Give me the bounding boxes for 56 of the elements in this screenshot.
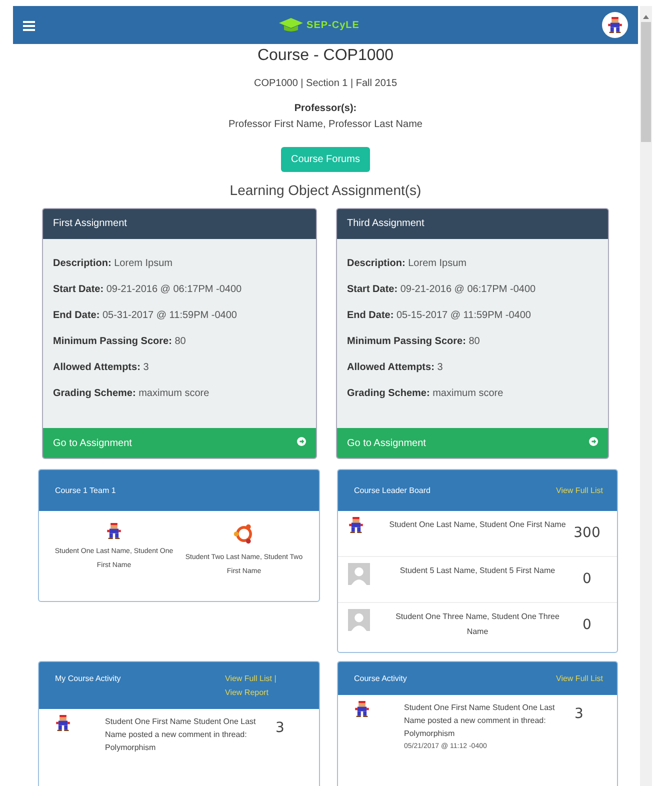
student-name: Student One Three Name, Student One Three Name: [394, 611, 560, 638]
panel-title: Course Leader Board: [354, 485, 430, 497]
professors-label: Professor(s):: [294, 103, 357, 114]
assignment-field: Minimum Passing Score: 80: [347, 336, 598, 347]
section-title: Learning Object Assignment(s): [230, 182, 422, 198]
view-link[interactable]: View Full List: [556, 486, 603, 495]
student-name: Student One Last Name, Student One First Name: [388, 519, 567, 531]
scrollbar-thumb[interactable]: [641, 22, 651, 142]
person-icon: [55, 715, 71, 731]
activity-count: 3: [274, 720, 286, 738]
score: 0: [582, 617, 592, 633]
course-meta: COP1000 | Section 1 | Fall 2015: [254, 78, 398, 89]
person-icon: [106, 523, 122, 539]
brand-name: SEP-CyLE: [306, 20, 360, 30]
person-icon: [607, 17, 623, 33]
assignment-field: Grading Scheme: maximum score: [53, 388, 306, 399]
course-forums-button[interactable]: Course Forums: [281, 147, 370, 172]
view-link[interactable]: View Report: [225, 688, 268, 697]
assignment-field: End Date: 05-15-2017 @ 11:59PM -0400: [347, 310, 598, 321]
assignment-field: Description: Lorem Ipsum: [347, 258, 598, 269]
assignment-field: Start Date: 09-21-2016 @ 06:17PM -0400: [53, 284, 306, 295]
graduation-cap-icon: [278, 17, 304, 33]
assignment-field: Grading Scheme: maximum score: [347, 388, 598, 399]
panel-title: Course Activity: [354, 673, 407, 685]
assignment-field: End Date: 05-31-2017 @ 11:59PM -0400: [53, 310, 306, 321]
activity-count: 3: [574, 706, 584, 724]
view-link[interactable]: View Full List: [556, 674, 603, 683]
arrow-circle-icon: [297, 437, 306, 446]
course-title: Course - COP1000: [257, 47, 394, 65]
go-to-assignment-button[interactable]: Go to Assignment: [43, 428, 316, 458]
card-title: Third Assignment: [337, 209, 608, 239]
card-title: First Assignment: [43, 209, 316, 239]
user-placeholder-icon: [348, 563, 370, 585]
panel-title: Course 1 Team 1: [55, 485, 116, 497]
view-link[interactable]: View Full List: [225, 674, 272, 683]
user-avatar[interactable]: [602, 12, 628, 38]
arrow-circle-icon: [589, 437, 598, 446]
assignment-field: Allowed Attempts: 3: [347, 362, 598, 373]
activity-text: Student One First Name Student One Last Name posted a new comment in thread: Polymorphism: [105, 716, 257, 754]
link-separator: |: [274, 674, 276, 683]
student-name: Student 5 Last Name, Student 5 First Name: [398, 565, 556, 577]
assignment-field: Allowed Attempts: 3: [53, 362, 306, 373]
go-to-assignment-button[interactable]: Go to Assignment: [337, 428, 608, 458]
score: 300: [572, 525, 602, 541]
assignment-field: Description: Lorem Ipsum: [53, 258, 306, 269]
score: 0: [582, 571, 592, 587]
assignment-field: Start Date: 09-21-2016 @ 06:17PM -0400: [347, 284, 598, 295]
activity-text: Student One First Name Student One Last Name posted a new comment in thread: Polymorphism: [404, 702, 556, 740]
person-icon: [348, 517, 364, 533]
user-placeholder-icon: [348, 609, 370, 631]
person-icon: [354, 701, 370, 717]
assignment-field: Minimum Passing Score: 80: [53, 336, 306, 347]
professors-names: Professor First Name, Professor Last Name: [228, 119, 422, 130]
menu-icon[interactable]: [23, 20, 35, 32]
panel-title: My Course Activity: [55, 673, 121, 685]
ring-icon: [233, 523, 255, 545]
